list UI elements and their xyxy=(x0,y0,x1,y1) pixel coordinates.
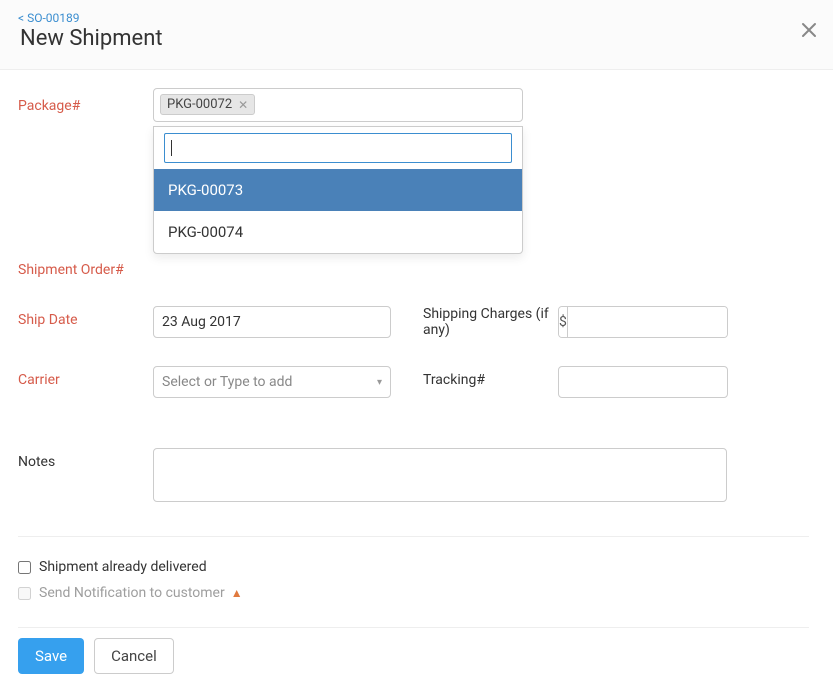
close-icon[interactable] xyxy=(799,20,819,40)
package-label: Package# xyxy=(18,88,153,114)
ship-date-input[interactable] xyxy=(153,306,391,338)
package-option[interactable]: PKG-00074 xyxy=(154,211,522,253)
shipping-charges-label: Shipping Charges (if any) xyxy=(423,306,558,338)
header: < SO-00189 New Shipment xyxy=(0,0,833,70)
currency-symbol: $ xyxy=(559,307,568,337)
notes-label: Notes xyxy=(18,448,153,470)
notify-checkbox-row[interactable]: Send Notification to customer ▲ xyxy=(18,585,833,601)
save-button[interactable]: Save xyxy=(18,638,84,674)
notify-checkbox[interactable] xyxy=(18,587,31,600)
carrier-select[interactable]: Select or Type to add ▾ xyxy=(153,366,391,398)
carrier-tracking-row: Carrier Select or Type to add ▾ Tracking… xyxy=(18,366,833,426)
shipping-charges-input[interactable] xyxy=(568,307,728,337)
delivered-checkbox-row[interactable]: Shipment already delivered xyxy=(18,559,833,575)
delivered-checkbox-label: Shipment already delivered xyxy=(39,559,207,575)
package-option[interactable]: PKG-00073 xyxy=(154,169,522,211)
package-row: Package# PKG-00072 ✕ PKG-00073 PKG-00074 xyxy=(18,88,833,166)
checkbox-section: Shipment already delivered Send Notifica… xyxy=(0,537,833,601)
carrier-placeholder: Select or Type to add xyxy=(162,374,292,390)
ship-date-label: Ship Date xyxy=(18,306,153,328)
notes-textarea[interactable] xyxy=(153,448,727,502)
back-link[interactable]: < SO-00189 xyxy=(18,11,80,25)
page-title: New Shipment xyxy=(20,26,815,51)
package-tag-text: PKG-00072 xyxy=(167,97,232,112)
package-tag-input[interactable]: PKG-00072 ✕ xyxy=(153,88,523,122)
package-search-input[interactable] xyxy=(164,133,512,163)
cancel-button[interactable]: Cancel xyxy=(94,638,174,674)
carrier-label: Carrier xyxy=(18,366,153,388)
delivered-checkbox[interactable] xyxy=(18,561,31,574)
tag-remove-icon[interactable]: ✕ xyxy=(238,98,248,112)
tracking-label: Tracking# xyxy=(423,366,558,388)
shipping-charges-group: $ xyxy=(558,306,728,338)
form-area: Package# PKG-00072 ✕ PKG-00073 PKG-00074… xyxy=(0,70,833,508)
shipment-order-row: Shipment Order# xyxy=(18,262,833,306)
chevron-down-icon: ▾ xyxy=(377,377,382,388)
shipment-order-label: Shipment Order# xyxy=(18,262,153,278)
package-tag[interactable]: PKG-00072 ✕ xyxy=(160,94,255,115)
package-dropdown: PKG-00073 PKG-00074 xyxy=(153,126,523,254)
tracking-input[interactable] xyxy=(558,366,728,398)
notify-checkbox-label: Send Notification to customer xyxy=(39,585,225,601)
button-row: Save Cancel xyxy=(0,628,833,674)
notes-row: Notes xyxy=(18,448,833,508)
shipdate-charges-row: Ship Date Shipping Charges (if any) $ xyxy=(18,306,833,366)
warning-icon: ▲ xyxy=(231,586,243,600)
text-cursor xyxy=(171,140,172,156)
